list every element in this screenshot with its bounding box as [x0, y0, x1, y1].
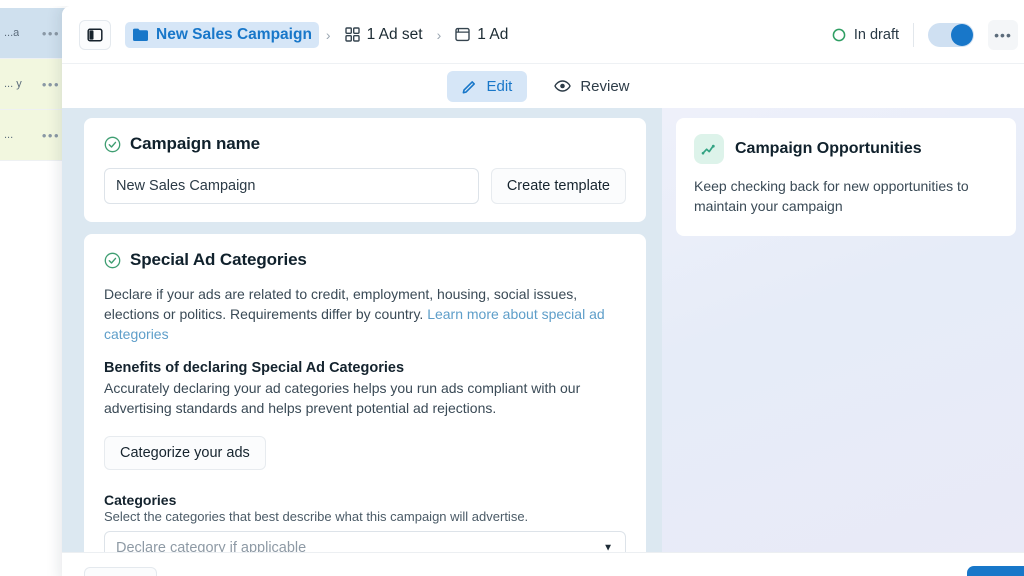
- campaign-editor-modal: New Sales Campaign › 1 Ad set › 1 Ad In …: [62, 6, 1024, 576]
- benefits-heading: Benefits of declaring Special Ad Categor…: [104, 360, 405, 376]
- breadcrumb: New Sales Campaign › 1 Ad set › 1 Ad: [125, 21, 832, 48]
- circle-outline-icon: [832, 28, 846, 41]
- divider: [913, 22, 914, 47]
- breadcrumb-item-adset[interactable]: 1 Ad set: [338, 22, 430, 48]
- list-item[interactable]: a... •••: [0, 8, 69, 59]
- tab-review[interactable]: Review: [539, 71, 644, 102]
- toggle-knob: [951, 23, 973, 46]
- close-button[interactable]: Close: [84, 566, 158, 576]
- special-ad-description: Declare if your ads are related to credi…: [104, 284, 626, 344]
- more-options-button[interactable]: •••: [988, 19, 1018, 50]
- check-circle-icon: [104, 136, 121, 152]
- categories-hint: Select the categories that best describe…: [104, 509, 529, 524]
- row-more-icon[interactable]: •••: [42, 78, 60, 91]
- list-item[interactable]: ... •••: [0, 110, 69, 161]
- pencil-icon: [463, 80, 476, 93]
- opportunities-column: Campaign Opportunities Keep checking bac…: [662, 108, 1024, 552]
- window-icon: [455, 27, 470, 42]
- row-more-icon[interactable]: •••: [42, 129, 60, 142]
- status-badge: In draft: [832, 27, 913, 43]
- list-item[interactable]: y ... •••: [0, 59, 69, 110]
- tab-label: Edit: [486, 77, 513, 95]
- opportunities-icon-badge: [694, 134, 724, 164]
- breadcrumb-label: New Sales Campaign: [156, 25, 312, 43]
- eye-icon: [554, 80, 572, 92]
- status-label: In draft: [853, 26, 899, 43]
- campaign-opportunities-card: Campaign Opportunities Keep checking bac…: [676, 118, 1016, 236]
- more-icon: •••: [994, 26, 1012, 43]
- categories-select-placeholder: Declare category if applicable: [116, 540, 307, 552]
- list-item-label: a...: [4, 27, 20, 39]
- modal-header: New Sales Campaign › 1 Ad set › 1 Ad In …: [62, 6, 1024, 64]
- breadcrumb-label: 1 Ad set: [366, 25, 423, 43]
- card-title: Campaign Opportunities: [735, 140, 922, 157]
- list-item-label: y ...: [4, 78, 22, 90]
- categories-select[interactable]: Declare category if applicable ▼: [104, 531, 626, 552]
- check-circle-icon: [104, 252, 121, 268]
- app-screen: a... ••• y ... ••• ... ••• New Sales Cam…: [0, 0, 1024, 576]
- breadcrumb-label: 1 Ad: [477, 25, 509, 43]
- top-strip: [0, 0, 1024, 6]
- card-header: Campaign Opportunities: [694, 134, 998, 164]
- next-button[interactable]: Next: [967, 565, 1024, 576]
- tab-edit[interactable]: Edit: [447, 70, 528, 102]
- modal-body: Campaign name Create template Special Ad…: [62, 108, 1024, 552]
- categories-label: Categories: [104, 492, 177, 508]
- sidebar-toggle-icon: [87, 27, 103, 42]
- card-header: Special Ad Categories: [104, 250, 626, 270]
- card-header: Campaign name: [104, 134, 626, 154]
- campaign-active-toggle[interactable]: [928, 22, 974, 47]
- card-title: Campaign name: [130, 134, 261, 153]
- special-ad-categories-card: Special Ad Categories Declare if your ad…: [84, 234, 646, 552]
- header-actions: In draft •••: [832, 19, 1018, 50]
- breadcrumb-item-campaign[interactable]: New Sales Campaign: [125, 21, 319, 48]
- create-template-button[interactable]: Create template: [490, 168, 626, 204]
- card-title: Special Ad Categories: [130, 250, 307, 269]
- settings-column: Campaign name Create template Special Ad…: [62, 108, 662, 552]
- chevron-down-icon: ▼: [603, 542, 613, 553]
- breadcrumb-separator: ›: [325, 26, 331, 43]
- grid-icon: [344, 27, 360, 42]
- breadcrumb-separator: ›: [436, 26, 442, 43]
- trending-up-icon: [701, 144, 715, 154]
- campaign-name-input[interactable]: [104, 168, 479, 204]
- modal-footer: Close Next: [62, 552, 1024, 576]
- campaign-name-row: Create template: [104, 168, 626, 204]
- campaign-name-card: Campaign name Create template: [84, 118, 646, 222]
- tab-label: Review: [580, 77, 630, 95]
- sidebar-toggle-button[interactable]: [79, 19, 111, 50]
- list-item-label: ...: [4, 129, 14, 141]
- benefits-text: Accurately declaring your ad categories …: [104, 380, 581, 416]
- row-more-icon[interactable]: •••: [42, 27, 60, 40]
- categorize-your-ads-button[interactable]: Categorize your ads: [104, 436, 266, 470]
- background-campaign-list: a... ••• y ... ••• ... •••: [0, 8, 70, 576]
- folder-icon: [133, 28, 148, 41]
- modal-tabs: Edit Review: [62, 64, 1024, 108]
- breadcrumb-item-ad[interactable]: 1 Ad: [448, 22, 515, 48]
- opportunities-body: Keep checking back for new opportunities…: [694, 178, 969, 214]
